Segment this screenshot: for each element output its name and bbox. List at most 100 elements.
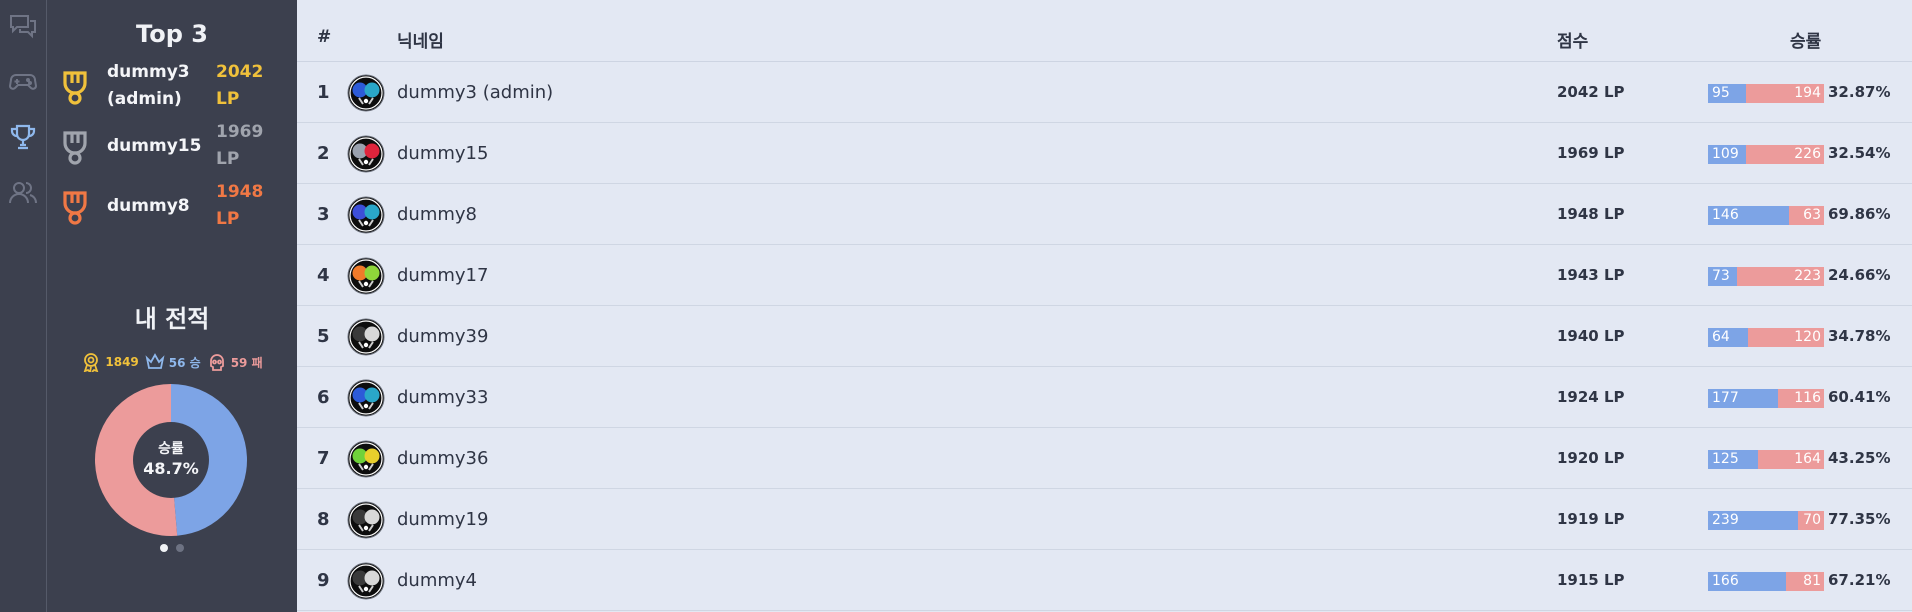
nickname-cell: dummy36 — [397, 447, 489, 469]
header-nickname[interactable]: 닉네임 — [397, 27, 444, 52]
wins-segment: 146 — [1708, 206, 1789, 225]
crown-icon — [145, 353, 165, 369]
top3-lp: 2042 LP — [216, 62, 264, 109]
donut-label: 승률 — [158, 441, 184, 457]
award-icon — [84, 353, 99, 372]
nickname-cell: dummy4 — [397, 569, 478, 591]
gold-medal-icon — [63, 71, 87, 105]
paddle-avatar-icon[interactable] — [347, 318, 385, 356]
rank-cell: 9 — [317, 569, 330, 591]
wins-segment: 239 — [1708, 511, 1798, 530]
top3-entry-2[interactable]: dummy15 1969 LP — [47, 117, 297, 175]
paddle-avatar-icon[interactable] — [347, 562, 385, 600]
winrate-pct-cell: 32.87% — [1828, 83, 1891, 101]
winrate-donut: 승률 48.7% — [95, 384, 247, 536]
losses-segment: 223 — [1737, 267, 1824, 286]
paddle-avatar-icon[interactable] — [347, 440, 385, 478]
winrate-pct-cell: 77.35% — [1828, 510, 1891, 528]
bronze-medal-icon — [63, 191, 87, 225]
my-wins: 56 승 — [168, 355, 201, 370]
winrate-bar: 125 164 — [1708, 450, 1824, 469]
winrate-bar: 73 223 — [1708, 267, 1824, 286]
losses-segment: 164 — [1758, 450, 1824, 469]
my-lp: 1849 — [105, 355, 139, 369]
rank-cell: 4 — [317, 264, 330, 286]
nav-rail — [0, 0, 47, 612]
header-score[interactable]: 점수 — [1557, 27, 1588, 52]
nickname-cell: dummy19 — [397, 508, 489, 530]
rank-cell: 5 — [317, 325, 330, 347]
table-row[interactable]: 6 dummy33 1924 LP 177 116 60.41% — [297, 367, 1912, 428]
table-row[interactable]: 9 dummy4 1915 LP 166 81 67.21% — [297, 550, 1912, 611]
nickname-cell: dummy33 — [397, 386, 489, 408]
losses-segment: 120 — [1748, 328, 1824, 347]
paddle-avatar-icon[interactable] — [347, 135, 385, 173]
carousel-dot[interactable] — [160, 544, 168, 552]
score-cell: 1940 LP — [1557, 327, 1625, 345]
header-rank[interactable]: # — [317, 27, 331, 47]
winrate-bar: 146 63 — [1708, 206, 1824, 225]
table-row[interactable]: 2 dummy15 1969 LP 109 226 32.54% — [297, 123, 1912, 184]
rank-cell: 3 — [317, 203, 330, 225]
carousel-dot[interactable] — [176, 544, 184, 552]
winrate-bar: 64 120 — [1708, 328, 1824, 347]
paddle-avatar-icon[interactable] — [347, 74, 385, 112]
winrate-bar: 95 194 — [1708, 84, 1824, 103]
winrate-bar: 166 81 — [1708, 572, 1824, 591]
rank-cell: 6 — [317, 386, 330, 408]
rank-cell: 7 — [317, 447, 330, 469]
table-row[interactable]: 8 dummy19 1919 LP 239 70 77.35% — [297, 489, 1912, 550]
lp-stat: 1849 — [81, 352, 139, 372]
table-row[interactable]: 1 dummy3 (admin) 2042 LP 95 194 32.87% — [297, 62, 1912, 123]
wins-stat: 56 승 — [145, 352, 201, 372]
losses-segment: 194 — [1746, 84, 1824, 103]
wins-segment: 95 — [1708, 84, 1746, 103]
my-record-title: 내 전적 — [134, 305, 210, 333]
table-row[interactable]: 5 dummy39 1940 LP 64 120 34.78% — [297, 306, 1912, 367]
losses-segment: 226 — [1746, 145, 1824, 164]
paddle-avatar-icon[interactable] — [347, 196, 385, 234]
wins-segment: 73 — [1708, 267, 1737, 286]
score-cell: 1919 LP — [1557, 510, 1625, 528]
winrate-bar: 109 226 — [1708, 145, 1824, 164]
trophy-icon[interactable] — [6, 120, 40, 154]
winrate-bar: 177 116 — [1708, 389, 1824, 408]
nickname-cell: dummy3 (admin) — [397, 81, 554, 103]
nickname-cell: dummy17 — [397, 264, 489, 286]
chat-icon[interactable] — [6, 9, 40, 43]
table-header: # 닉네임 점수 승률 — [297, 0, 1912, 62]
wins-segment: 177 — [1708, 389, 1778, 408]
users-icon[interactable] — [6, 176, 40, 210]
my-record-stats: 1849 56 승 59 패 — [47, 351, 297, 373]
nickname-cell: dummy15 — [397, 142, 489, 164]
winrate-pct-cell: 69.86% — [1828, 205, 1891, 223]
table-row[interactable]: 4 dummy17 1943 LP 73 223 24.66% — [297, 245, 1912, 306]
wins-segment: 109 — [1708, 145, 1746, 164]
top3-lp: 1948 LP — [216, 182, 264, 229]
rank-cell: 2 — [317, 142, 330, 164]
score-cell: 1920 LP — [1557, 449, 1625, 467]
silver-medal-icon — [63, 131, 87, 165]
table-row[interactable]: 3 dummy8 1948 LP 146 63 69.86% — [297, 184, 1912, 245]
winrate-pct-cell: 32.54% — [1828, 144, 1891, 162]
header-winrate[interactable]: 승률 — [1790, 27, 1821, 52]
winrate-pct-cell: 60.41% — [1828, 388, 1891, 406]
sidebar-panel: Top 3 dummy3 (admin) 2042 LP dummy15 196… — [47, 0, 297, 612]
score-cell: 1948 LP — [1557, 205, 1625, 223]
paddle-avatar-icon[interactable] — [347, 379, 385, 417]
paddle-avatar-icon[interactable] — [347, 257, 385, 295]
score-cell: 1969 LP — [1557, 144, 1625, 162]
top3-entry-3[interactable]: dummy8 1948 LP — [47, 177, 297, 235]
losses-stat: 59 패 — [207, 352, 263, 372]
losses-segment: 81 — [1786, 572, 1824, 591]
paddle-avatar-icon[interactable] — [347, 501, 385, 539]
rank-cell: 8 — [317, 508, 330, 530]
gamepad-icon[interactable] — [6, 64, 40, 98]
carousel-dots — [47, 544, 297, 552]
top3-entry-1[interactable]: dummy3 (admin) 2042 LP — [47, 57, 297, 115]
table-row[interactable]: 7 dummy36 1920 LP 125 164 43.25% — [297, 428, 1912, 489]
score-cell: 2042 LP — [1557, 83, 1625, 101]
top3-name: dummy8 — [107, 195, 190, 216]
losses-segment: 63 — [1789, 206, 1824, 225]
top3-title: Top 3 — [136, 20, 208, 48]
